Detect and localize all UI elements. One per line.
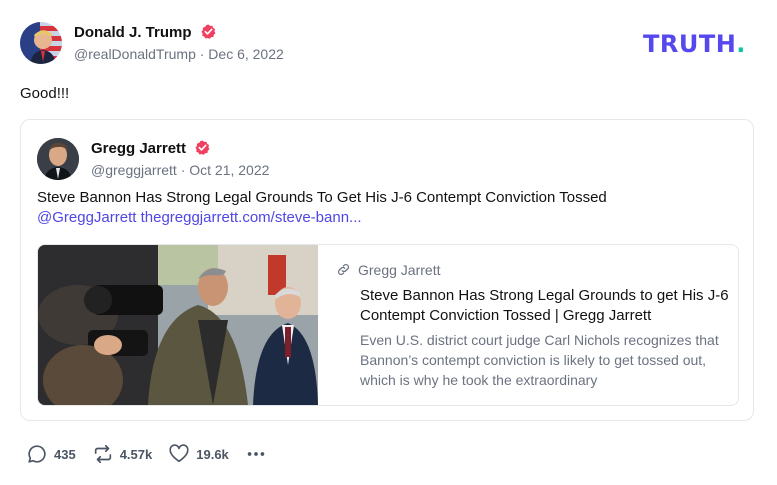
- like-count: 19.6k: [196, 446, 229, 462]
- quote-author-name[interactable]: Gregg Jarrett: [91, 140, 210, 157]
- link-title[interactable]: Steve Bannon Has Strong Legal Grounds to…: [360, 286, 732, 326]
- truth-logo[interactable]: TRUTH.: [643, 30, 746, 58]
- author-name[interactable]: Donald J. Trump: [74, 24, 216, 41]
- like-icon: [169, 444, 189, 463]
- like-button[interactable]: 19.6k: [168, 443, 229, 465]
- retruth-count: 4.57k: [119, 446, 153, 462]
- quote-links[interactable]: @GreggJarrett thegreggjarrett.com/steve-…: [37, 209, 362, 226]
- reply-button[interactable]: 435: [26, 443, 76, 465]
- link-preview-image[interactable]: [38, 245, 318, 405]
- link-site-name: Gregg Jarrett: [358, 262, 441, 278]
- verified-badge-icon: [201, 24, 216, 39]
- logo-text: TRUTH: [643, 30, 737, 58]
- verified-badge-icon: [195, 140, 210, 155]
- reply-count: 435: [54, 446, 76, 462]
- action-bar: 435 4.57k 19.6k: [26, 443, 289, 465]
- reply-icon: [28, 445, 46, 463]
- link-icon: [338, 264, 349, 275]
- retruth-button[interactable]: 4.57k: [92, 443, 153, 465]
- author-name-text[interactable]: Donald J. Trump: [74, 24, 192, 41]
- retruth-icon: [94, 444, 111, 464]
- quote-author-avatar[interactable]: [37, 138, 79, 180]
- link-description: Even U.S. district court judge Carl Nich…: [360, 332, 719, 388]
- logo-dot: .: [736, 30, 746, 58]
- more-options-button[interactable]: [245, 443, 273, 465]
- post-text: Good!!!: [20, 85, 70, 102]
- more-icon: [247, 452, 265, 456]
- author-handle-date: @realDonaldTrump · Dec 6, 2022: [74, 46, 284, 62]
- link-site[interactable]: Gregg Jarrett: [336, 262, 440, 278]
- quote-handle-date: @greggjarrett · Oct 21, 2022: [91, 162, 270, 178]
- quote-author-name-text[interactable]: Gregg Jarrett: [91, 140, 186, 157]
- quote-text: Steve Bannon Has Strong Legal Grounds To…: [37, 189, 607, 206]
- author-avatar[interactable]: [20, 22, 62, 64]
